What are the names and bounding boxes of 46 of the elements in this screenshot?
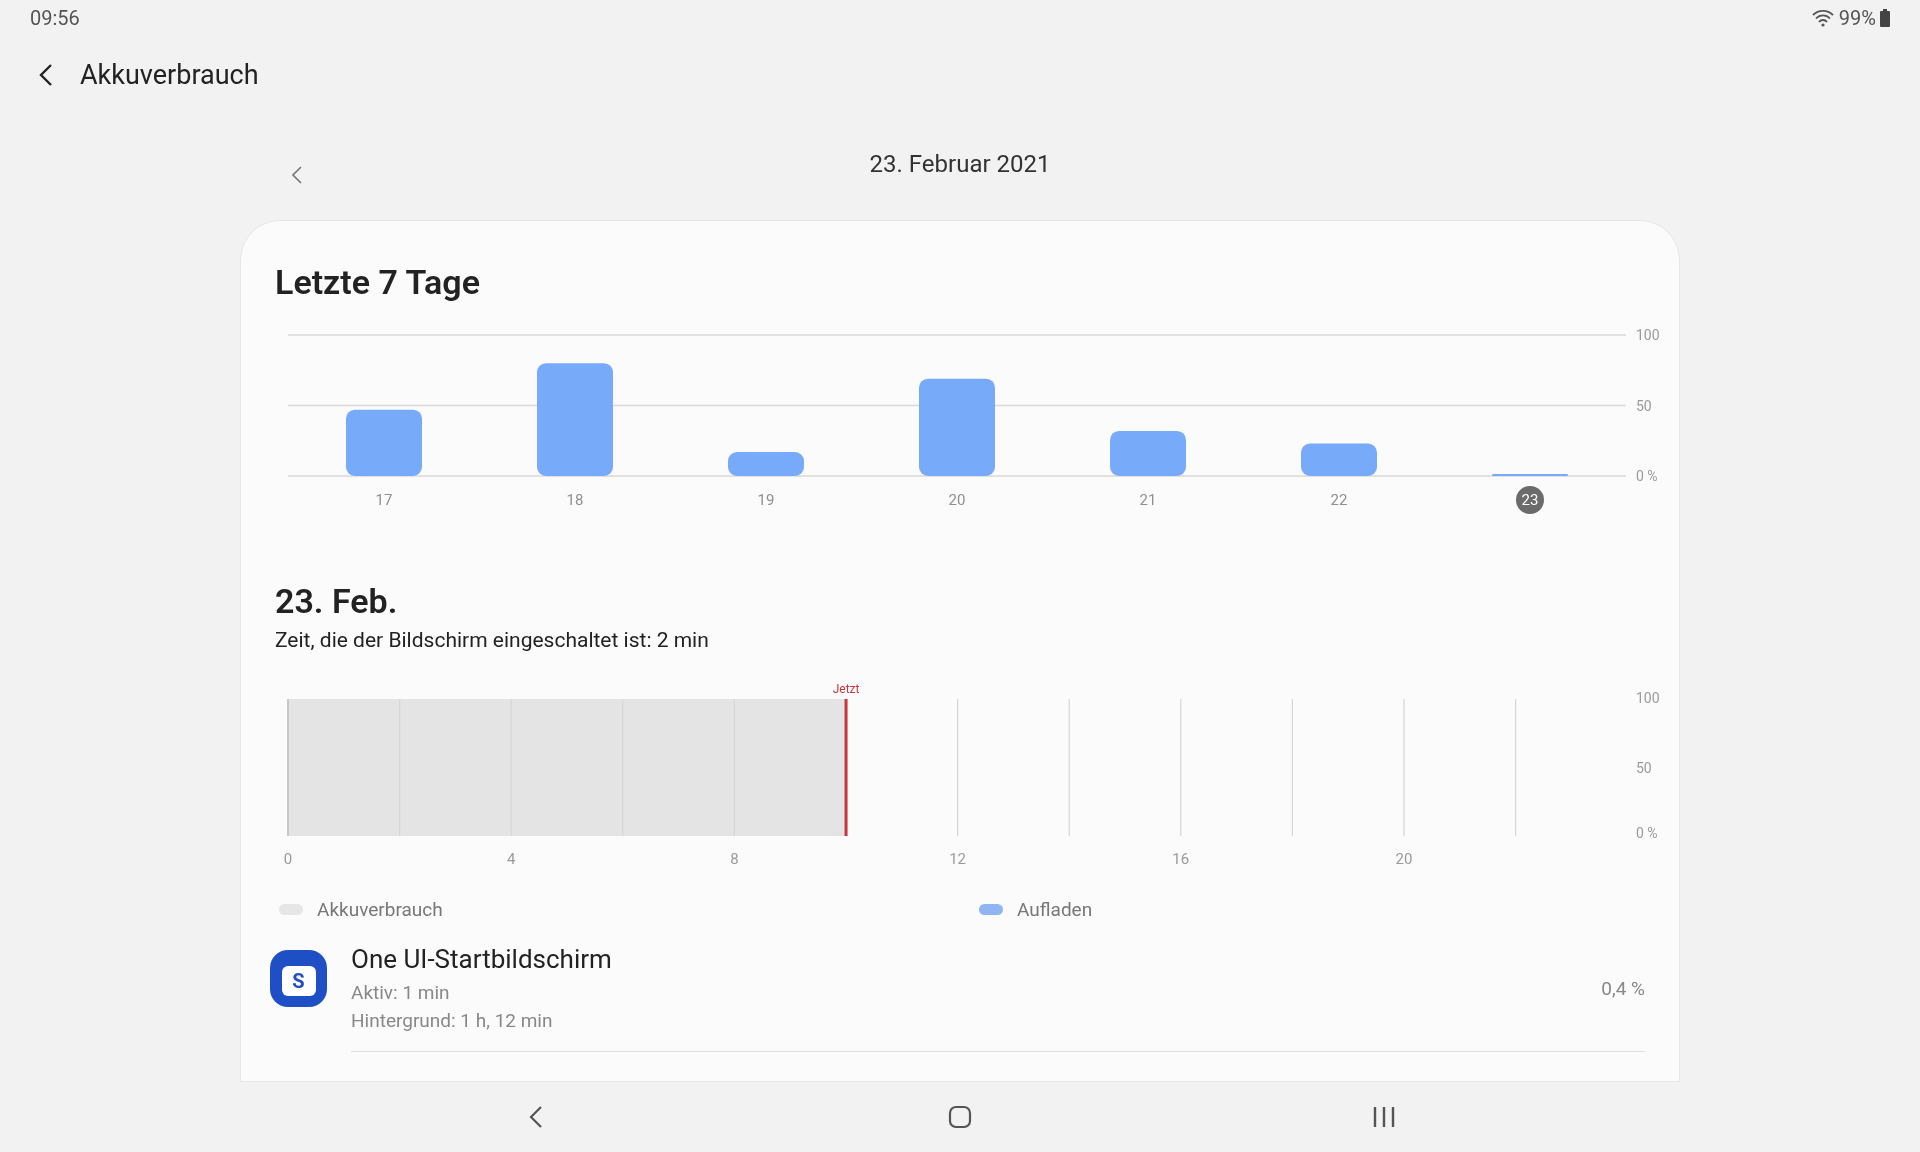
home-icon	[948, 1105, 972, 1129]
axis-tick-label: 20	[1395, 849, 1413, 868]
axis-tick-label: 50	[1636, 759, 1652, 775]
axis-tick-label: 8	[730, 849, 739, 868]
axis-tick-label: 12	[949, 849, 967, 868]
bar[interactable]	[1301, 443, 1377, 476]
now-label: Jetzt	[832, 681, 860, 696]
section-title: Letzte 7 Tage	[275, 262, 480, 302]
recent-apps-icon	[1372, 1106, 1396, 1128]
active-time: Aktiv: 1 min	[351, 980, 451, 1006]
battery-percent: 99%	[1838, 5, 1876, 32]
back-icon	[529, 1106, 543, 1128]
day-label[interactable]: 20	[948, 491, 966, 509]
bar[interactable]	[728, 452, 804, 476]
day-label[interactable]: 23	[1521, 491, 1539, 509]
day-label[interactable]: 21	[1139, 491, 1157, 509]
axis-tick-label: 0 %	[1636, 824, 1658, 841]
axis-tick-label: 4	[507, 849, 516, 868]
day-label[interactable]: 18	[566, 491, 584, 509]
axis-tick-label: 50	[1636, 397, 1652, 414]
day-label[interactable]: 22	[1330, 491, 1348, 509]
bar[interactable]	[1110, 430, 1186, 476]
day-label[interactable]: 19	[757, 491, 775, 509]
axis-tick-label: 16	[1172, 849, 1190, 868]
battery-icon	[1880, 9, 1890, 27]
legend-label: Aufladen	[1017, 896, 1093, 923]
axis-tick-label: 0 %	[1636, 468, 1658, 484]
screen-time-text: Zeit, die der Bildschirm eingeschaltet ist: 2 min	[275, 627, 710, 654]
day-label[interactable]: 17	[375, 491, 393, 509]
page-title: Akkuverbrauch	[80, 57, 259, 93]
section-title: 23. Feb.	[275, 581, 399, 621]
bar[interactable]	[346, 409, 422, 476]
background-time: Hintergrund: 1 h, 12 min	[351, 1008, 553, 1034]
usage-percent: 0,4 %	[1601, 976, 1645, 1002]
status-time: 09:56	[30, 5, 80, 32]
selected-date: 23. Februar 2021	[869, 149, 1051, 180]
bar[interactable]	[919, 378, 995, 476]
axis-tick-label: 0	[283, 849, 293, 868]
app-name: One UI-Startbildschirm	[351, 943, 612, 976]
wifi-icon	[1810, 9, 1835, 27]
axis-tick-label: 100	[1636, 689, 1660, 706]
chevron-left-icon	[292, 166, 302, 184]
app-icon-letter: S	[292, 970, 305, 991]
back-icon	[39, 63, 53, 87]
axis-tick-label: 100	[1636, 327, 1660, 343]
legend-label: Akkuverbrauch	[317, 896, 443, 923]
